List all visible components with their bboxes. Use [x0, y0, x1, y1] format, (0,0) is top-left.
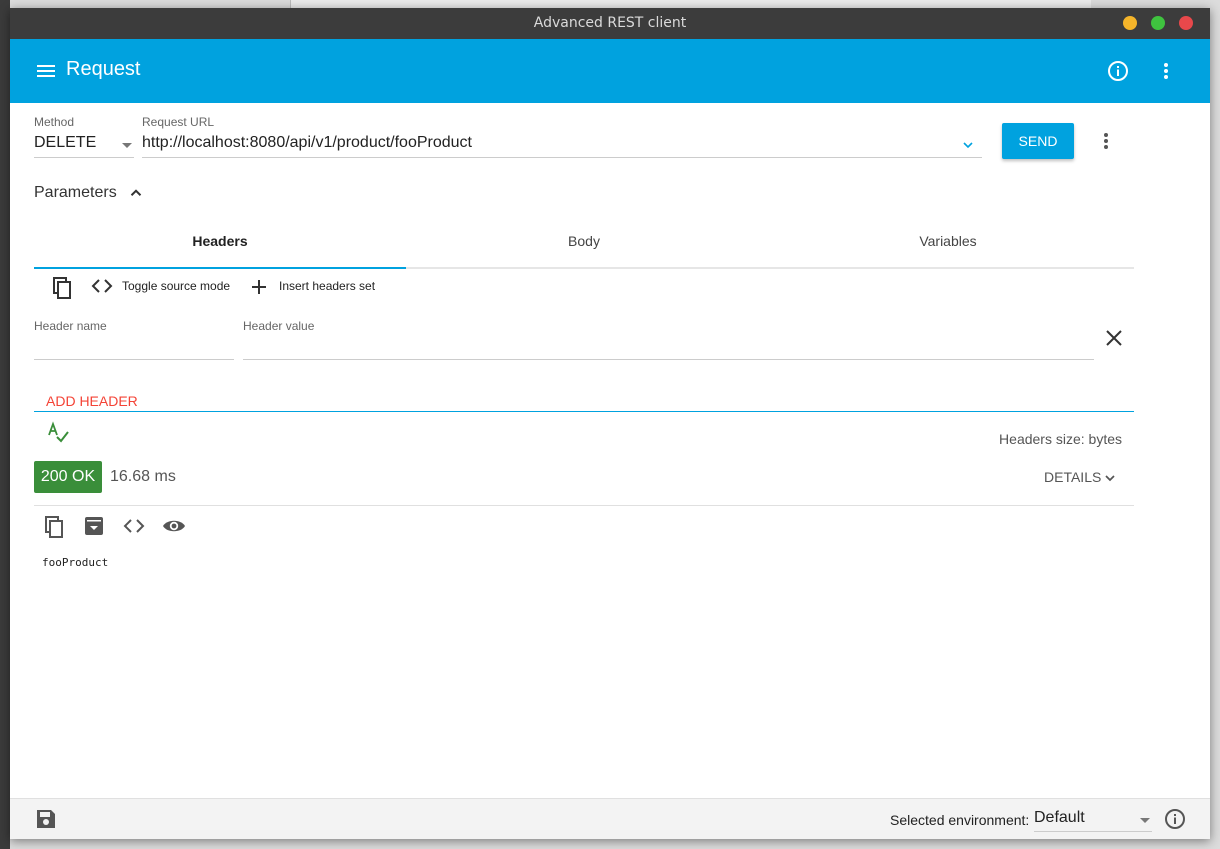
copy-icon[interactable] [50, 276, 74, 300]
code-icon[interactable] [122, 514, 146, 538]
parameters-tabs: Headers Body Variables [34, 223, 1134, 269]
environment-value: Default [1034, 809, 1085, 826]
toggle-source-mode-button[interactable]: Toggle source mode [122, 279, 230, 293]
code-icon[interactable] [90, 274, 114, 298]
status-footer: Selected environment: Default [10, 798, 1210, 839]
tab-body[interactable]: Body [398, 223, 770, 267]
more-vert-icon[interactable] [1154, 59, 1178, 83]
response-body: fooProduct [42, 556, 109, 569]
divider [34, 411, 1134, 412]
minimize-button[interactable] [1123, 16, 1137, 30]
maximize-button[interactable] [1151, 16, 1165, 30]
dropdown-caret-icon [1140, 818, 1150, 823]
window-title: Advanced REST client [533, 15, 687, 31]
add-header-button[interactable]: ADD HEADER [46, 393, 138, 409]
url-value: http://localhost:8080/api/v1/product/foo… [142, 134, 472, 151]
send-button[interactable]: SEND [1002, 123, 1074, 159]
tab-variables[interactable]: Variables [762, 223, 1134, 267]
save-icon[interactable] [34, 807, 58, 831]
header-value-label: Header value [243, 319, 315, 333]
request-more-icon[interactable] [1094, 129, 1118, 153]
parameters-toggle[interactable]: Parameters [34, 184, 117, 202]
method-select[interactable]: DELETE [34, 133, 134, 158]
details-button[interactable]: DETAILS [1044, 469, 1101, 485]
divider [34, 505, 1134, 506]
app-toolbar: Request [10, 39, 1210, 103]
archive-icon[interactable] [82, 514, 106, 538]
environment-label: Selected environment: [890, 812, 1030, 828]
close-window-button[interactable] [1179, 16, 1193, 30]
status-badge: 200 OK [34, 461, 102, 493]
page-title: Request [66, 58, 141, 80]
header-value-input[interactable] [243, 359, 1094, 360]
header-name-label: Header name [34, 319, 107, 333]
close-icon[interactable] [1102, 326, 1126, 350]
window-titlebar: Advanced REST client [10, 8, 1210, 39]
url-input[interactable]: http://localhost:8080/api/v1/product/foo… [142, 133, 982, 158]
dropdown-caret-icon [122, 143, 132, 148]
environment-select[interactable]: Default [1034, 805, 1152, 832]
chevron-up-icon[interactable] [127, 184, 145, 202]
info-icon[interactable] [1163, 807, 1187, 831]
header-name-input[interactable] [34, 359, 234, 360]
method-value: DELETE [34, 134, 97, 151]
response-time: 16.68 ms [110, 468, 176, 485]
menu-icon[interactable] [34, 59, 58, 83]
tab-headers[interactable]: Headers [34, 223, 406, 269]
method-label: Method [34, 115, 75, 129]
spellcheck-icon[interactable] [46, 421, 70, 445]
app-window: Advanced REST client Request Method DELE… [10, 8, 1210, 839]
chevron-down-icon[interactable] [960, 137, 976, 153]
url-label: Request URL [142, 115, 215, 129]
desktop-background [0, 0, 10, 849]
insert-headers-set-button[interactable]: Insert headers set [279, 279, 375, 293]
chevron-down-icon[interactable] [1102, 470, 1118, 486]
plus-icon[interactable] [247, 275, 271, 299]
info-icon[interactable] [1106, 59, 1130, 83]
eye-icon[interactable] [162, 514, 186, 538]
copy-icon[interactable] [42, 515, 66, 539]
headers-size-text: Headers size: bytes [999, 431, 1122, 447]
